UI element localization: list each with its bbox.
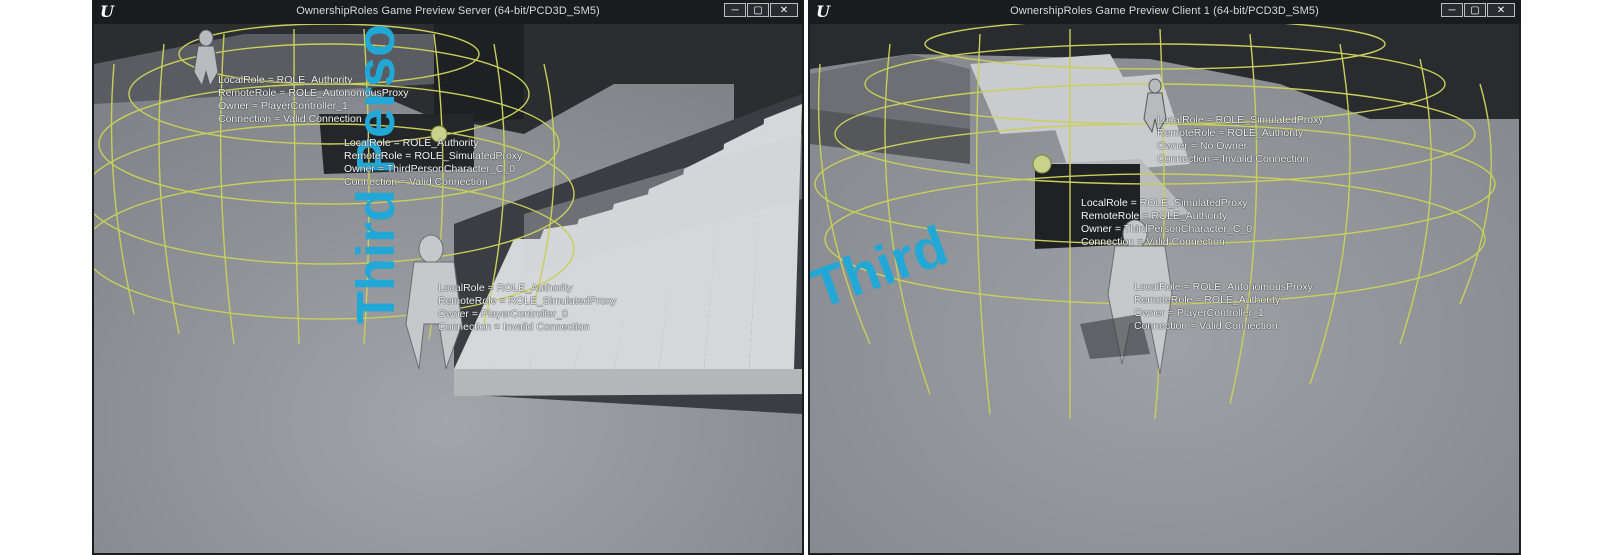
client-game-viewport[interactable]: Third LocalRole = ROLE_SimulatedProxy Re… [810, 24, 1519, 553]
debug-role-label: LocalRole = ROLE_Authority RemoteRole = … [344, 137, 523, 188]
client-preview-window: U OwnershipRoles Game Preview Client 1 (… [808, 0, 1521, 555]
server-window-title: OwnershipRoles Game Preview Server (64-b… [296, 5, 600, 17]
close-icon[interactable]: ✕ [1487, 3, 1515, 17]
server-window-controls: ─ ▢ ✕ [724, 3, 798, 17]
debug-role-label: LocalRole = ROLE_Authority RemoteRole = … [438, 282, 617, 333]
server-preview-window: U OwnershipRoles Game Preview Server (64… [92, 0, 804, 555]
client-window-title: OwnershipRoles Game Preview Client 1 (64… [1010, 5, 1319, 17]
debug-role-label: LocalRole = ROLE_SimulatedProxy RemoteRo… [1081, 197, 1253, 248]
server-titlebar[interactable]: U OwnershipRoles Game Preview Server (64… [92, 0, 804, 24]
debug-role-label: LocalRole = ROLE_Authority RemoteRole = … [218, 74, 409, 125]
debug-role-label: LocalRole = ROLE_AutonomousProxy RemoteR… [1134, 281, 1313, 332]
client-window-controls: ─ ▢ ✕ [1441, 3, 1515, 17]
minimize-icon[interactable]: ─ [1441, 3, 1463, 17]
debug-role-label: LocalRole = ROLE_SimulatedProxy RemoteRo… [1157, 114, 1324, 165]
maximize-icon[interactable]: ▢ [1464, 3, 1486, 17]
server-game-viewport[interactable]: Third Person LocalRole = ROLE_Authority … [94, 24, 802, 553]
close-icon[interactable]: ✕ [770, 3, 798, 17]
minimize-icon[interactable]: ─ [724, 3, 746, 17]
client-titlebar[interactable]: U OwnershipRoles Game Preview Client 1 (… [808, 0, 1521, 24]
pickup-icon [1032, 154, 1052, 174]
maximize-icon[interactable]: ▢ [747, 3, 769, 17]
